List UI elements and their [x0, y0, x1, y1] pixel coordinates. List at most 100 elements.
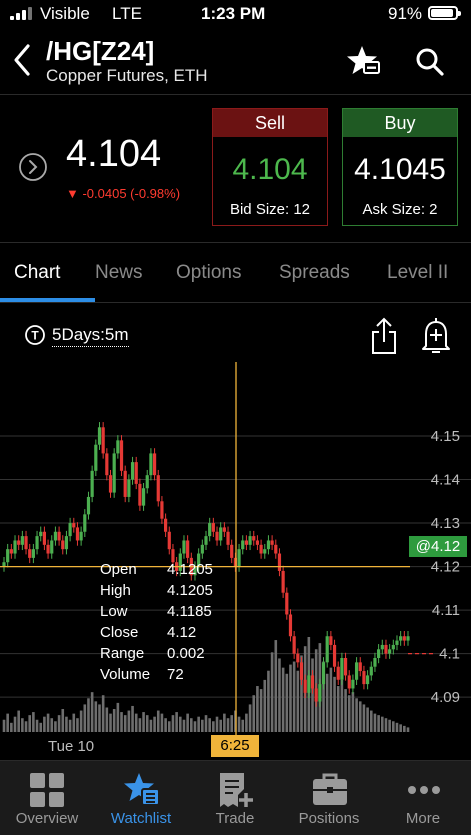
candle	[152, 448, 157, 481]
ohlc-value: 72	[167, 666, 184, 683]
add-alert-button[interactable]	[420, 316, 452, 356]
volume-bar	[13, 716, 17, 732]
volume-bar	[296, 670, 300, 732]
tabbar-overview[interactable]: Overview	[0, 761, 94, 835]
y-tick-label: 4.09	[431, 689, 460, 706]
volume-bar	[347, 695, 351, 732]
bottom-tab-bar: Overview Watchlist Trade Positions More	[0, 760, 471, 835]
watchlist-icon	[124, 773, 160, 806]
candle	[226, 526, 230, 551]
volume-bar	[21, 718, 24, 732]
volume-bar	[186, 713, 189, 732]
volume-bar	[134, 713, 138, 732]
volume-bar	[333, 676, 336, 732]
time-period-selector[interactable]: 5Days:5m	[52, 325, 129, 347]
candle	[204, 530, 208, 551]
candle	[351, 674, 355, 694]
ohlc-label: Close	[100, 624, 139, 641]
candle	[347, 670, 351, 694]
tab-level-ii[interactable]: Level II	[387, 262, 448, 284]
volume-bar	[325, 673, 329, 732]
back-button[interactable]	[10, 42, 40, 78]
volume-bar	[406, 727, 410, 732]
candle	[130, 456, 135, 485]
volume-bar	[292, 661, 296, 732]
candle	[2, 557, 6, 572]
candle	[72, 517, 76, 533]
volume-bar	[358, 701, 362, 732]
tabbar-watchlist[interactable]: Watchlist	[94, 761, 188, 835]
positions-icon	[313, 773, 347, 805]
volume-bar	[392, 721, 395, 732]
ohlc-row: Range 0.002	[100, 645, 240, 666]
buy-button[interactable]: Buy 4.1045 Ask Size: 2	[342, 108, 458, 226]
candle	[186, 535, 190, 564]
candle	[285, 587, 289, 620]
candle	[343, 652, 348, 681]
candle	[402, 631, 406, 646]
candle	[39, 526, 43, 542]
tabbar-trade[interactable]: Trade	[188, 761, 282, 835]
volume-bar	[116, 702, 120, 732]
candle	[241, 535, 245, 555]
search-icon	[416, 48, 444, 76]
volume-bar	[24, 721, 28, 732]
candle	[399, 631, 403, 646]
tabs-divider	[0, 302, 471, 303]
candle	[182, 535, 186, 559]
volume-bar	[373, 713, 377, 732]
tabbar-more[interactable]: More	[376, 761, 470, 835]
y-tick-label: 4.15	[431, 428, 460, 445]
tabbar-positions[interactable]: Positions	[282, 761, 376, 835]
candle	[64, 530, 69, 555]
trade-icon	[220, 773, 253, 807]
volume-bar	[182, 719, 186, 732]
candle	[219, 522, 223, 546]
crosshair-price-badge: @4.12	[409, 536, 467, 557]
candle	[149, 448, 153, 481]
network-type: LTE	[112, 4, 142, 23]
candle	[200, 539, 204, 559]
tab-spreads[interactable]: Spreads	[279, 262, 350, 284]
volume-bar	[388, 719, 391, 732]
volume-bar	[259, 689, 263, 732]
share-button[interactable]	[369, 316, 399, 356]
volume-bar	[311, 658, 314, 732]
volume-bar	[105, 707, 109, 732]
volume-bar	[270, 652, 274, 732]
ohlc-row: Close 4.12	[100, 624, 240, 645]
candle	[281, 565, 285, 598]
candle	[94, 439, 98, 477]
candle	[325, 631, 329, 668]
volume-bar	[50, 718, 54, 732]
search-button[interactable]	[414, 46, 446, 78]
volume-bar	[362, 704, 366, 732]
volume-bar	[399, 724, 402, 732]
candle	[90, 465, 94, 503]
volume-bar	[366, 707, 369, 732]
candle	[42, 526, 46, 551]
volume-bar	[355, 698, 358, 732]
ohlc-value: 4.1185	[167, 603, 212, 620]
tab-options[interactable]: Options	[176, 262, 241, 284]
crosshair-time-badge: 6:25	[211, 735, 259, 757]
candle	[215, 526, 219, 546]
volume-bar	[72, 713, 76, 732]
volume-bar	[369, 710, 373, 732]
sell-button[interactable]: Sell 4.104 Bid Size: 12	[212, 108, 328, 226]
expand-quote-button[interactable]	[18, 152, 48, 182]
candle	[145, 469, 149, 494]
volume-bar	[226, 718, 230, 732]
volume-bar	[193, 721, 197, 732]
tab-news[interactable]: News	[95, 262, 143, 284]
volume-bar	[395, 722, 399, 732]
volume-bar	[39, 722, 43, 732]
candle	[222, 522, 226, 537]
candle	[358, 657, 362, 677]
tab-chart[interactable]: Chart	[14, 262, 60, 284]
volume-bar	[61, 709, 65, 732]
candle	[369, 661, 373, 681]
volume-bar	[219, 719, 222, 732]
volume-bar	[57, 715, 61, 732]
watchlist-star-button[interactable]	[346, 44, 382, 78]
